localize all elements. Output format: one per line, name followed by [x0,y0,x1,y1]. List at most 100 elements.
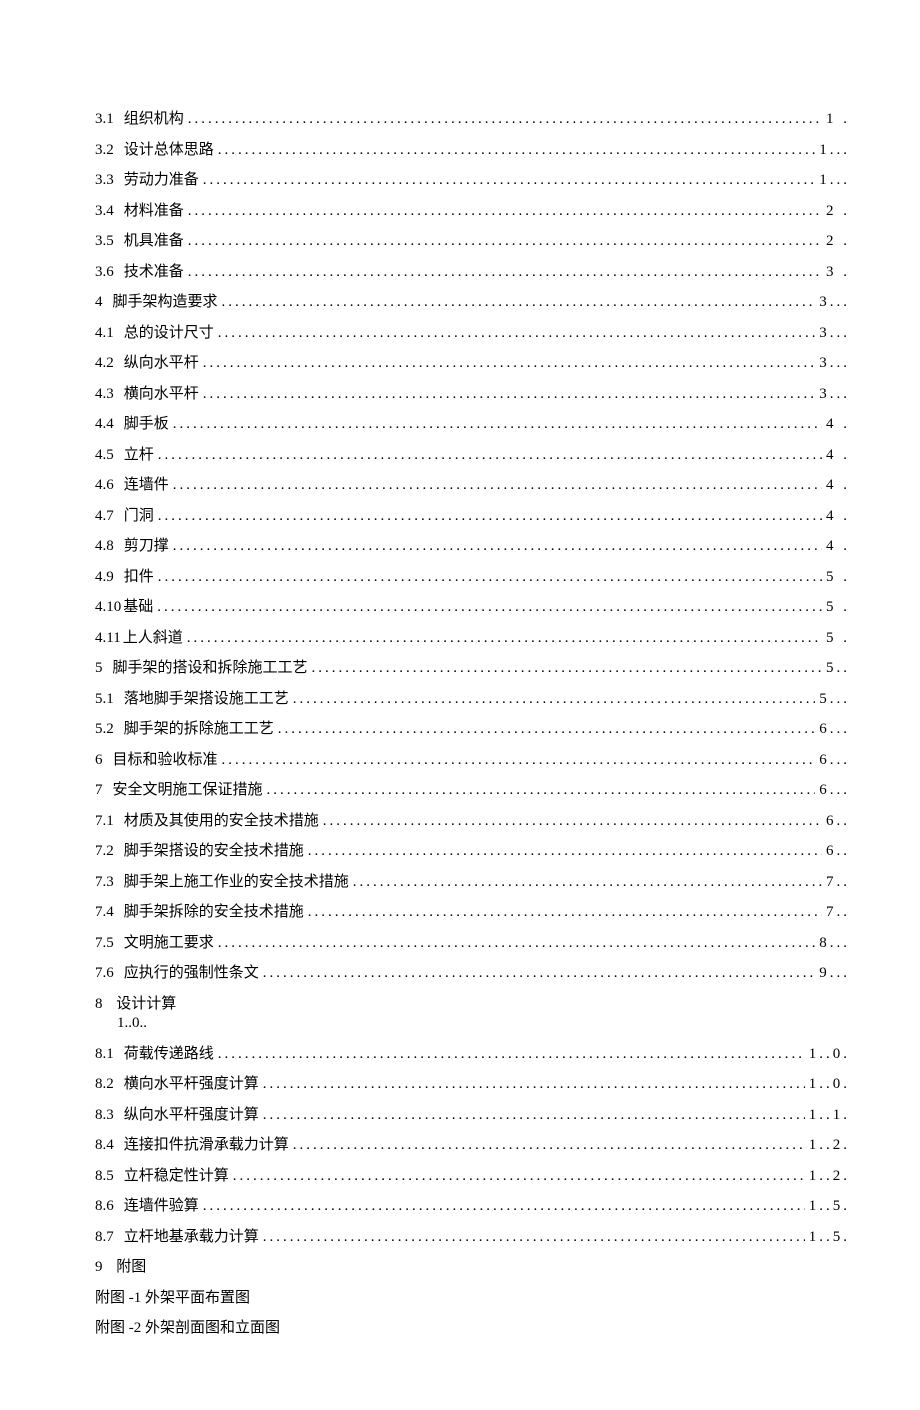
toc-number: 7.4 [95,903,114,923]
toc-entry: 7.1 材质及其使用的安全技术措施 6.. [95,812,850,832]
toc-number: 8.2 [95,1075,114,1095]
toc-page-number: 7.. [826,873,850,893]
toc-leader-dots [158,568,822,588]
table-of-contents: 3.1组织机构1 .3.2设计总体思路1...3.3劳动力准备1...3.4材料… [95,110,850,1339]
toc-entry: 4.2纵向水平杆3... [95,354,850,374]
toc-page-number: 3 . [826,263,850,283]
toc-title: 荷载传递路线 [124,1045,214,1065]
toc-entry-section-9: 9 附图 [95,1258,850,1278]
toc-number: 7 [95,781,103,801]
toc-number: 4 [95,293,103,313]
toc-entry: 8.1荷载传递路线1..0. [95,1045,850,1065]
toc-number: 3.4 [95,202,114,222]
toc-page-number: 6.. [826,812,850,832]
toc-title: 文明施工要求 [124,934,214,954]
toc-title: 目标和验收标准 [113,751,218,771]
toc-entry: 7.3脚手架上施工作业的安全技术措施7.. [95,873,850,893]
toc-leader-dots [323,812,822,832]
toc-entry: 4.10基础5 . [95,598,850,618]
toc-entry: 3.6技术准备3 . [95,263,850,283]
toc-page-number: 1..1. [809,1106,850,1126]
toc-number: 5.2 [95,720,114,740]
toc-number: 4.5 [95,446,114,466]
toc-leader-dots [188,232,822,252]
toc-title: 脚手架的拆除施工工艺 [124,720,274,740]
toc-number: 6 [95,751,103,771]
toc-leader-dots [308,842,822,862]
toc-title: 剪刀撑 [124,537,169,557]
toc-page-number: 5.. [826,659,850,679]
toc-number: 3.3 [95,171,114,191]
toc-title: 上人斜道 [123,629,183,649]
toc-leader-dots [203,385,815,405]
toc-page-number: 2 . [826,232,850,252]
toc-entry: 4.6连墙件4 . [95,476,850,496]
toc-entry: 4.1总的设计尺寸3... [95,324,850,344]
toc-page-number: 3... [819,293,850,313]
toc-title: 连墙件验算 [124,1197,199,1217]
toc-page-number: 3... [819,324,850,344]
toc-title: 脚手板 [124,415,169,435]
toc-title: 机具准备 [124,232,184,252]
toc-title: 设计计算 [116,996,176,1012]
toc-number: 5 [95,659,103,679]
toc-leader-dots [188,110,822,130]
toc-page-number: 5... [819,690,850,710]
toc-leader-dots [187,629,822,649]
toc-number: 4.3 [95,385,114,405]
toc-number: 4.2 [95,354,114,374]
toc-entry: 7.5文明施工要求8... [95,934,850,954]
toc-page-number: 6... [819,781,850,801]
toc-title: 附图 [116,1259,146,1275]
toc-leader-dots [267,781,816,801]
toc-page-number: 4 . [826,537,850,557]
toc-title: 总的设计尺寸 [124,324,214,344]
toc-leader-dots [263,964,815,984]
toc-page-number: 5 . [826,629,850,649]
toc-title: 脚手架构造要求 [113,293,218,313]
toc-leader-dots [263,1075,805,1095]
toc-number: 8.4 [95,1136,114,1156]
toc-page-number: 4 . [826,415,850,435]
toc-title: 材质及其使用的安全技术措施 [124,812,319,832]
toc-title: 立杆稳定性计算 [124,1167,229,1187]
toc-page-number: 7.. [826,903,850,923]
toc-number: 3.6 [95,263,114,283]
toc-entry: 7.2脚手架搭设的安全技术措施6.. [95,842,850,862]
toc-number: 8 [95,996,103,1012]
toc-title: 连墙件 [124,476,169,496]
toc-number: 3.5 [95,232,114,252]
toc-entry: 8.3纵向水平杆强度计算1..1. [95,1106,850,1126]
toc-title: 立杆 [124,446,154,466]
toc-entry: 8.7立杆地基承载力计算1..5. [95,1228,850,1248]
toc-page-number: 6... [819,751,850,771]
toc-number: 4.9 [95,568,114,588]
toc-page-number: 4 . [826,507,850,527]
toc-number: 8.1 [95,1045,114,1065]
toc-title: 安全文明施工保证措施 [113,781,263,801]
toc-leader-dots [203,354,815,374]
toc-leader-dots [278,720,815,740]
toc-leader-dots [158,446,822,466]
toc-number: 7.1 [95,812,114,832]
toc-page-number: 1..5. [809,1228,850,1248]
toc-entry: 4 脚手架构造要求 3... [95,293,850,313]
toc-number: 9 [95,1259,103,1275]
toc-page-number: 3... [819,385,850,405]
toc-number: 4.8 [95,537,114,557]
toc-leader-dots [308,903,822,923]
toc-page-number: 1..2. [809,1136,850,1156]
toc-page-number: 1..2. [809,1167,850,1187]
toc-number: 4.4 [95,415,114,435]
toc-entry: 8.2横向水平杆强度计算1..0. [95,1075,850,1095]
toc-title: 门洞 [124,507,154,527]
appendix-entry: 附图 -1 外架平面布置图 [95,1289,850,1309]
toc-title: 材料准备 [124,202,184,222]
toc-entry: 8.5立杆稳定性计算1..2. [95,1167,850,1187]
toc-entry: 3.3劳动力准备1... [95,171,850,191]
toc-entry: 7.4脚手架拆除的安全技术措施7.. [95,903,850,923]
toc-title: 连接扣件抗滑承载力计算 [124,1136,289,1156]
toc-entry: 4.11上人斜道5 . [95,629,850,649]
toc-page-number: 1..5. [809,1197,850,1217]
toc-entry-section-8: 8 设计计算 1..0.. [95,995,850,1034]
